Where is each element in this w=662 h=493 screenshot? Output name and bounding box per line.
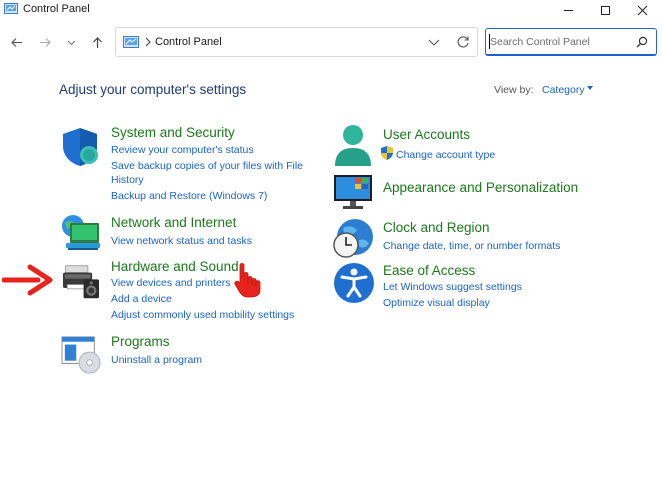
printer-speaker-icon[interactable] [60,264,102,300]
search-icon[interactable] [636,36,648,48]
category-title[interactable]: Programs [111,334,170,349]
arrow-up-icon [92,36,102,48]
close-icon [637,5,647,15]
window-title: Control Panel [23,3,90,15]
category-title[interactable]: User Accounts [383,127,470,142]
minimize-icon [563,9,573,11]
maximize-button[interactable] [585,0,625,20]
link-uninstall[interactable]: Uninstall a program [111,353,202,367]
category-title[interactable]: Network and Internet [111,215,236,230]
title-bar: Control Panel [0,0,662,20]
link-file-history-cont[interactable]: History [111,173,144,187]
page-title: Adjust your computer's settings [59,82,247,97]
link-mobility-settings[interactable]: Adjust commonly used mobility settings [111,308,294,322]
arrow-right-icon [39,37,51,47]
link-windows-suggest[interactable]: Let Windows suggest settings [383,280,522,294]
red-arrow-annotation-icon [2,264,53,296]
category-title[interactable]: System and Security [111,125,235,140]
view-by-dropdown[interactable]: Category [542,84,585,96]
close-button[interactable] [622,0,662,20]
network-globe-icon[interactable] [60,213,100,251]
link-devices-printers[interactable]: View devices and printers [111,276,230,290]
caret-down-icon[interactable] [587,86,593,91]
minimize-button[interactable] [548,0,588,20]
link-review-status[interactable]: Review your computer's status [111,143,254,157]
search-box[interactable] [485,28,657,56]
refresh-icon[interactable] [456,35,470,49]
view-by-label: View by: [494,84,534,96]
user-icon[interactable] [333,124,373,168]
chevron-down-icon [67,40,75,45]
link-backup-restore[interactable]: Backup and Restore (Windows 7) [111,189,267,203]
up-button[interactable] [88,33,106,51]
address-bar[interactable]: Control Panel [115,27,478,57]
link-network-status[interactable]: View network status and tasks [111,234,252,248]
link-optimize-visual[interactable]: Optimize visual display [383,296,490,310]
control-panel-icon [123,36,139,48]
control-panel-icon [4,3,18,14]
monitor-icon[interactable] [333,174,373,210]
category-title[interactable]: Appearance and Personalization [383,180,578,195]
category-title[interactable]: Clock and Region [383,220,490,235]
back-button[interactable] [7,33,25,51]
link-date-time-formats[interactable]: Change date, time, or number formats [383,239,560,253]
clock-globe-icon[interactable] [333,218,375,260]
programs-disc-icon[interactable] [60,336,102,374]
arrow-left-icon [10,37,22,47]
search-input[interactable] [490,34,628,50]
link-file-history[interactable]: Save backup copies of your files with Fi… [111,159,303,173]
category-title[interactable]: Ease of Access [383,263,475,278]
hand-pointer-icon [234,263,261,298]
breadcrumb[interactable]: Control Panel [155,36,222,48]
uac-shield-icon [381,146,393,160]
category-title[interactable]: Hardware and Sound [111,259,239,274]
recent-locations-button[interactable] [62,33,80,51]
link-add-device[interactable]: Add a device [111,292,172,306]
maximize-icon [600,5,610,15]
chevron-down-icon[interactable] [427,36,441,48]
chevron-right-icon [145,37,151,47]
accessibility-icon[interactable] [333,262,375,304]
link-change-account-type[interactable]: Change account type [396,148,495,162]
shield-icon[interactable] [60,126,100,168]
forward-button[interactable] [36,33,54,51]
